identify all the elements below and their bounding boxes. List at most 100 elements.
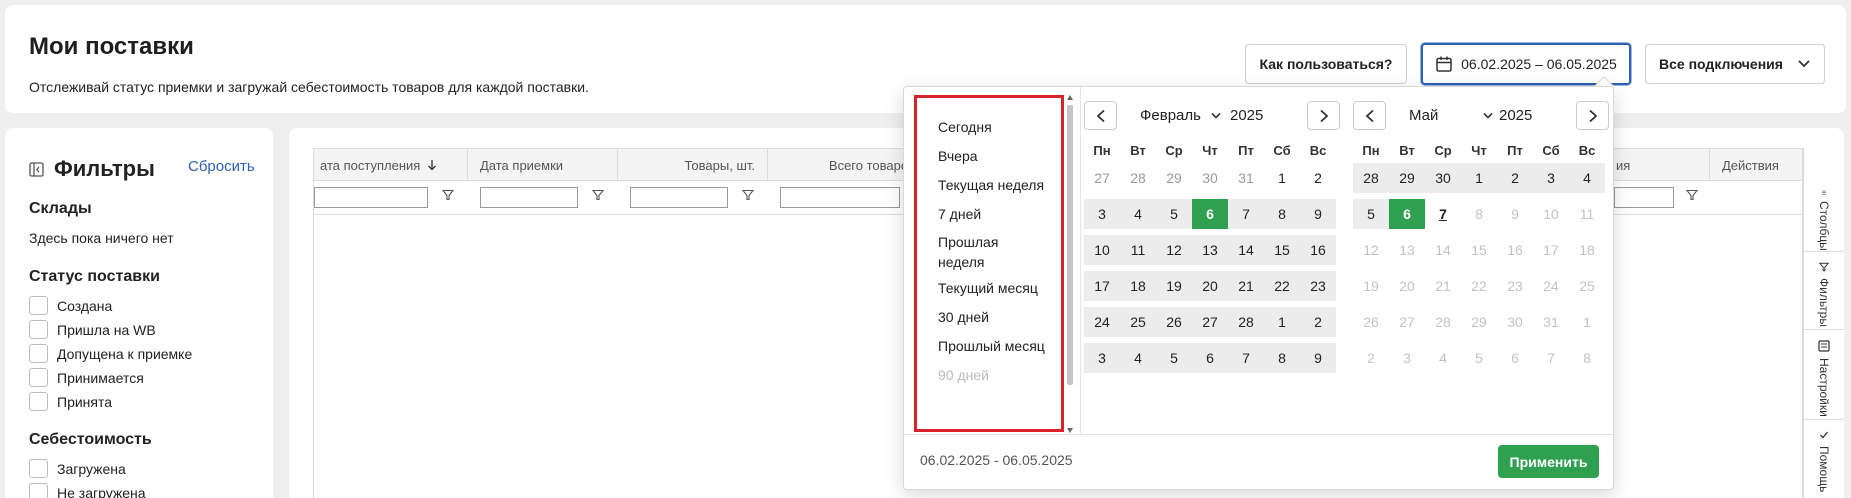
calendar-day[interactable]: 6 [1192,343,1228,373]
calendar-day[interactable]: 15 [1264,235,1300,265]
filter-input[interactable] [1614,187,1674,208]
filter-input[interactable] [314,187,428,208]
column-header-arrival-date[interactable]: ата поступления [314,149,468,181]
calendar-day[interactable]: 6 [1192,199,1228,229]
calendar-day[interactable]: 18 [1569,235,1605,265]
month-select[interactable]: Май [1409,107,1493,124]
status-option[interactable]: Принята [29,392,112,411]
column-header-items-count[interactable]: Товары, шт. [618,149,768,181]
calendar-day[interactable]: 4 [1120,199,1156,229]
calendar-day[interactable]: 8 [1264,199,1300,229]
preset-item[interactable]: 90 дней [938,365,1058,385]
calendar-day[interactable]: 28 [1228,307,1264,337]
calendar-day[interactable]: 22 [1461,271,1497,301]
checkbox[interactable] [29,320,48,339]
checkbox[interactable] [29,483,48,498]
checkbox[interactable] [29,392,48,411]
calendar-day[interactable]: 6 [1497,343,1533,373]
tab-settings[interactable]: Настройки [1804,330,1844,420]
collapse-panel-icon[interactable] [29,161,44,177]
calendar-day[interactable]: 6 [1389,199,1425,229]
apply-button[interactable]: Применить [1498,445,1599,478]
month-select[interactable]: Февраль [1140,107,1221,124]
calendar-day[interactable]: 29 [1156,163,1192,193]
preset-item[interactable]: Текущая неделя [938,175,1058,195]
calendar-day[interactable]: 10 [1533,199,1569,229]
calendar-day[interactable]: 23 [1497,271,1533,301]
calendar-day[interactable]: 20 [1192,271,1228,301]
tab-help[interactable]: Помощь [1804,420,1844,498]
scroll-down-icon[interactable] [1067,428,1073,433]
calendar-day[interactable]: 7 [1533,343,1569,373]
calendar-day[interactable]: 28 [1120,163,1156,193]
connections-dropdown[interactable]: Все подключения [1645,44,1825,84]
scroll-up-icon[interactable] [1067,95,1073,100]
checkbox[interactable] [29,459,48,478]
calendar-day[interactable]: 1 [1264,307,1300,337]
prev-month-button[interactable] [1353,101,1386,130]
calendar-day[interactable]: 21 [1425,271,1461,301]
calendar-day[interactable]: 3 [1389,343,1425,373]
calendar-day[interactable]: 7 [1228,343,1264,373]
checkbox[interactable] [29,344,48,363]
calendar-day[interactable]: 19 [1156,271,1192,301]
preset-item[interactable]: Сегодня [938,117,1058,137]
calendar-day[interactable]: 13 [1389,235,1425,265]
calendar-day[interactable]: 14 [1228,235,1264,265]
calendar-day[interactable]: 24 [1533,271,1569,301]
calendar-day[interactable]: 5 [1353,199,1389,229]
filter-funnel-icon[interactable] [742,189,754,201]
status-option[interactable]: Допущена к приемке [29,344,192,363]
scrollbar-thumb[interactable] [1067,105,1073,385]
calendar-day[interactable]: 18 [1120,271,1156,301]
calendar-day[interactable]: 8 [1569,343,1605,373]
calendar-day[interactable]: 12 [1353,235,1389,265]
filter-funnel-icon[interactable] [1686,189,1698,201]
calendar-day[interactable]: 29 [1461,307,1497,337]
reset-filters-link[interactable]: Сбросить [188,158,255,175]
calendar-day[interactable]: 5 [1156,343,1192,373]
calendar-day[interactable]: 31 [1228,163,1264,193]
calendar-day[interactable]: 14 [1425,235,1461,265]
column-header-acceptance-date[interactable]: Дата приемки [468,149,618,181]
calendar-day[interactable]: 11 [1120,235,1156,265]
calendar-day[interactable]: 8 [1264,343,1300,373]
calendar-day[interactable]: 24 [1084,307,1120,337]
calendar-day[interactable]: 2 [1300,307,1336,337]
status-option[interactable]: Пришла на WB [29,320,156,339]
calendar-day[interactable]: 20 [1389,271,1425,301]
checkbox[interactable] [29,296,48,315]
calendar-day[interactable]: 4 [1425,343,1461,373]
calendar-day[interactable]: 17 [1084,271,1120,301]
checkbox[interactable] [29,368,48,387]
calendar-day[interactable]: 5 [1156,199,1192,229]
filter-funnel-icon[interactable] [592,189,604,201]
calendar-day[interactable]: 23 [1300,271,1336,301]
calendar-day[interactable]: 4 [1120,343,1156,373]
calendar-day[interactable]: 15 [1461,235,1497,265]
calendar-day[interactable]: 12 [1156,235,1192,265]
preset-item[interactable]: 7 дней [938,204,1058,224]
calendar-day[interactable]: 27 [1084,163,1120,193]
preset-item[interactable]: Вчера [938,146,1058,166]
calendar-day[interactable]: 27 [1389,307,1425,337]
calendar-day[interactable]: 13 [1192,235,1228,265]
calendar-day[interactable]: 26 [1156,307,1192,337]
calendar-day[interactable]: 8 [1461,199,1497,229]
calendar-day[interactable]: 30 [1497,307,1533,337]
calendar-day[interactable]: 27 [1192,307,1228,337]
prev-month-button[interactable] [1084,101,1117,130]
calendar-day[interactable]: 31 [1533,307,1569,337]
preset-item[interactable]: Прошлый месяц [938,336,1058,356]
calendar-day[interactable]: 2 [1300,163,1336,193]
calendar-day[interactable]: 7 [1228,199,1264,229]
preset-scrollbar[interactable] [1066,95,1074,433]
next-month-button[interactable] [1576,101,1609,130]
column-header-partial[interactable]: ия [1604,149,1710,181]
calendar-day[interactable]: 1 [1569,307,1605,337]
calendar-day[interactable]: 3 [1533,163,1569,193]
calendar-day[interactable]: 3 [1084,343,1120,373]
filter-input[interactable] [780,187,900,208]
preset-item[interactable]: Прошлая неделя [938,232,1033,272]
calendar-day[interactable]: 30 [1192,163,1228,193]
